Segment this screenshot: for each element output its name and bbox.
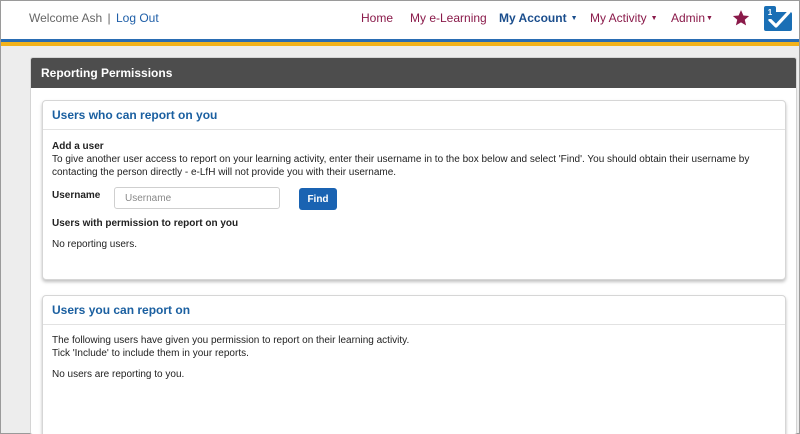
- caret-down-icon: ▼: [650, 15, 658, 22]
- caret-down-icon: ▼: [570, 15, 578, 22]
- nav-my-account[interactable]: My Account ▼: [499, 11, 578, 25]
- panel-title: Reporting Permissions: [31, 58, 796, 88]
- star-icon[interactable]: [732, 9, 750, 27]
- reporters-card-title: Users who can report on you: [43, 101, 785, 130]
- add-user-description: To give another user access to report on…: [52, 154, 750, 178]
- header-stripe-gold: [1, 42, 799, 46]
- top-bar: Welcome Ash | Log Out Home My e-Learning…: [1, 1, 799, 39]
- welcome-area: Welcome Ash | Log Out: [29, 11, 159, 25]
- nav-admin-label: Admin: [671, 11, 706, 25]
- add-user-heading: Add a user: [52, 141, 104, 152]
- username-form: Username Find: [52, 187, 776, 223]
- no-reportees-text: No users are reporting to you.: [52, 369, 185, 380]
- reportees-card-body: The following users have given you permi…: [43, 325, 785, 391]
- reportees-card-title: Users you can report on: [43, 296, 785, 325]
- no-reporting-users-text: No reporting users.: [52, 239, 138, 250]
- reportees-card: Users you can report on The following us…: [42, 295, 786, 434]
- nav-my-activity-label: My Activity: [590, 11, 647, 25]
- nav-my-activity[interactable]: My Activity ▼: [590, 11, 658, 25]
- welcome-text: Welcome Ash: [29, 11, 103, 25]
- reportees-line-1: The following users have given you permi…: [52, 335, 410, 346]
- username-input[interactable]: [114, 187, 280, 209]
- nav-my-elearning[interactable]: My e-Learning: [410, 11, 487, 25]
- username-label: Username: [52, 190, 101, 201]
- reportees-line-2: Tick 'Include' to include them in your r…: [52, 348, 249, 359]
- caret-down-icon: ▼: [706, 15, 713, 22]
- find-button[interactable]: Find: [299, 188, 337, 210]
- separator: |: [107, 11, 111, 25]
- logout-link[interactable]: Log Out: [116, 11, 159, 25]
- reporters-card: Users who can report on you Add a user T…: [42, 100, 786, 280]
- nav-my-account-label: My Account: [499, 11, 567, 25]
- nav-admin[interactable]: Admin▼: [671, 11, 713, 25]
- notification-badge: 1: [764, 6, 776, 19]
- nav-home[interactable]: Home: [361, 11, 393, 25]
- reporting-permissions-panel: Reporting Permissions Users who can repo…: [30, 57, 797, 434]
- reporters-card-body: Add a user To give another user access t…: [43, 130, 785, 261]
